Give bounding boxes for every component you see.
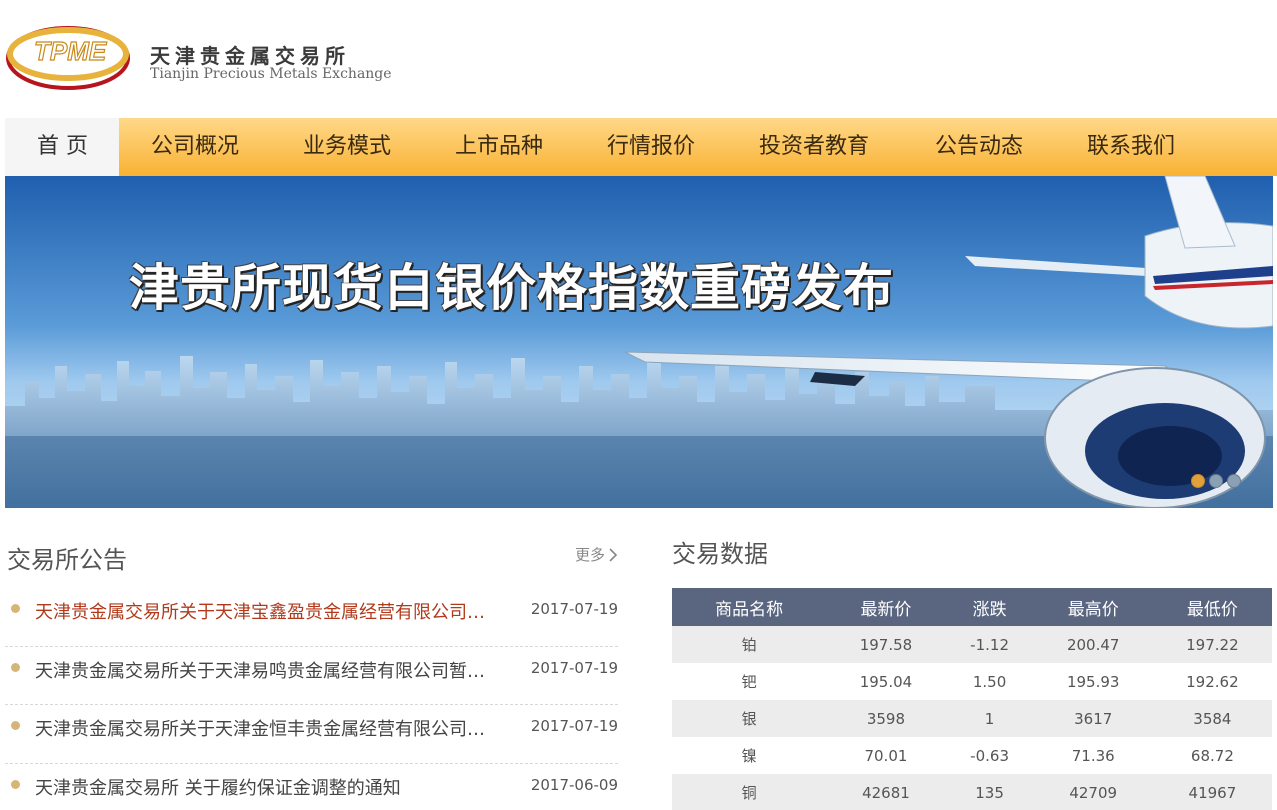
table-cell: 192.62 bbox=[1152, 663, 1272, 700]
brand-name-cn: 天津贵金属交易所 bbox=[150, 44, 350, 68]
table-cell: -1.12 bbox=[945, 626, 1034, 663]
banner-headline: 津贵所现货白银价格指数重磅发布 bbox=[129, 259, 894, 317]
announcement-item[interactable]: 天津贵金属交易所关于天津宝鑫盈贵金属经营有限公司暂.. 2017-07-19 bbox=[5, 588, 618, 647]
table-cell: 铂 bbox=[672, 626, 827, 663]
announcement-date: 2017-06-09 bbox=[530, 775, 618, 794]
table-cell: 197.58 bbox=[826, 626, 946, 663]
announcements-title: 交易所公告 bbox=[7, 546, 127, 574]
nav-item-contact[interactable]: 联系我们 bbox=[1055, 118, 1207, 176]
carousel-dot-2[interactable] bbox=[1209, 474, 1223, 488]
carousel-indicator bbox=[1191, 474, 1241, 488]
bullet-icon bbox=[11, 779, 20, 789]
table-cell: 41967 bbox=[1152, 774, 1272, 810]
bullet-icon bbox=[11, 604, 20, 613]
hero-banner[interactable]: 津贵所现货白银价格指数重磅发布 bbox=[5, 176, 1273, 508]
table-cell: 195.93 bbox=[1033, 663, 1153, 700]
table-cell: 42709 bbox=[1033, 774, 1153, 810]
site-header: TPME 天津贵金属交易所 Tianjin Precious Metals Ex… bbox=[0, 0, 1277, 118]
table-cell: 3598 bbox=[826, 700, 946, 737]
banner-cityscape-image bbox=[5, 176, 1273, 508]
carousel-dot-1[interactable] bbox=[1191, 474, 1205, 488]
announcement-link[interactable]: 天津贵金属交易所关于天津易鸣贵金属经营有限公司暂停.. bbox=[35, 657, 495, 683]
announcement-list: 天津贵金属交易所关于天津宝鑫盈贵金属经营有限公司暂.. 2017-07-19 天… bbox=[5, 588, 618, 810]
trading-data-panel: 交易数据 商品名称 最新价 涨跌 最高价 最低价 铂 197.58 -1.12 … bbox=[672, 508, 1272, 810]
column-header: 最高价 bbox=[1033, 588, 1153, 626]
column-header: 最新价 bbox=[826, 588, 946, 626]
more-label: 更多 bbox=[574, 546, 605, 564]
nav-item-business[interactable]: 业务模式 bbox=[271, 118, 423, 176]
table-cell: 钯 bbox=[672, 663, 827, 700]
table-cell: 1 bbox=[945, 700, 1034, 737]
table-cell: 200.47 bbox=[1033, 626, 1153, 663]
table-cell: 195.04 bbox=[826, 663, 946, 700]
table-cell: 3584 bbox=[1152, 700, 1272, 737]
table-row: 铜 42681 135 42709 41967 bbox=[672, 774, 1272, 810]
table-header-row: 商品名称 最新价 涨跌 最高价 最低价 bbox=[672, 588, 1272, 626]
table-cell: 铜 bbox=[672, 774, 827, 810]
table-cell: 70.01 bbox=[826, 737, 946, 774]
bullet-icon bbox=[11, 662, 20, 672]
table-cell: 42681 bbox=[826, 774, 946, 810]
table-cell: 71.36 bbox=[1033, 737, 1153, 774]
column-header: 商品名称 bbox=[672, 588, 827, 626]
table-cell: 1.50 bbox=[945, 663, 1034, 700]
table-cell: 银 bbox=[672, 700, 827, 737]
table-cell: 镍 bbox=[672, 737, 827, 774]
nav-item-company[interactable]: 公司概况 bbox=[119, 118, 271, 176]
table-cell: 197.22 bbox=[1152, 626, 1272, 663]
trading-data-table: 商品名称 最新价 涨跌 最高价 最低价 铂 197.58 -1.12 200.4… bbox=[672, 588, 1272, 810]
carousel-dot-3[interactable] bbox=[1227, 474, 1241, 488]
chevron-right-icon bbox=[609, 548, 618, 562]
trading-data-title: 交易数据 bbox=[672, 540, 768, 568]
announcement-item[interactable]: 天津贵金属交易所关于天津金恒丰贵金属经营有限公司暂.. 2017-07-19 bbox=[5, 705, 618, 764]
announcement-item[interactable]: 天津贵金属交易所 关于履约保证金调整的通知 2017-06-09 bbox=[5, 764, 618, 810]
tpme-logo[interactable]: TPME bbox=[6, 20, 136, 92]
table-row: 钯 195.04 1.50 195.93 192.62 bbox=[672, 663, 1272, 700]
nav-item-news[interactable]: 公告动态 bbox=[903, 118, 1055, 176]
nav-item-education[interactable]: 投资者教育 bbox=[727, 118, 903, 176]
bullet-icon bbox=[11, 721, 20, 730]
announcement-item[interactable]: 天津贵金属交易所关于天津易鸣贵金属经营有限公司暂停.. 2017-07-19 bbox=[5, 647, 618, 705]
announcement-link[interactable]: 天津贵金属交易所关于天津宝鑫盈贵金属经营有限公司暂.. bbox=[35, 598, 495, 624]
announcement-date: 2017-07-19 bbox=[530, 600, 618, 618]
column-header: 涨跌 bbox=[945, 588, 1034, 626]
announcements-panel: 交易所公告 更多 天津贵金属交易所关于天津宝鑫盈贵金属经营有限公司暂.. 201… bbox=[5, 508, 618, 810]
main-nav: 首 页 公司概况 业务模式 上市品种 行情报价 投资者教育 公告动态 联系我们 bbox=[5, 118, 1277, 176]
more-link[interactable]: 更多 bbox=[575, 544, 618, 565]
brand-name-en: Tianjin Precious Metals Exchange bbox=[150, 66, 392, 82]
svg-text:TPME: TPME bbox=[34, 36, 107, 66]
table-row: 银 3598 1 3617 3584 bbox=[672, 700, 1272, 737]
table-cell: 135 bbox=[945, 774, 1034, 810]
table-cell: 3617 bbox=[1033, 700, 1153, 737]
announcement-link[interactable]: 天津贵金属交易所关于天津金恒丰贵金属经营有限公司暂.. bbox=[35, 715, 495, 741]
column-header: 最低价 bbox=[1152, 588, 1272, 626]
nav-item-home[interactable]: 首 页 bbox=[5, 118, 119, 176]
table-row: 镍 70.01 -0.63 71.36 68.72 bbox=[672, 737, 1272, 774]
table-cell: -0.63 bbox=[945, 737, 1034, 774]
announcement-date: 2017-07-19 bbox=[530, 717, 618, 735]
nav-item-quotes[interactable]: 行情报价 bbox=[575, 118, 727, 176]
table-cell: 68.72 bbox=[1152, 737, 1272, 774]
announcement-date: 2017-07-19 bbox=[530, 658, 618, 677]
table-row: 铂 197.58 -1.12 200.47 197.22 bbox=[672, 626, 1272, 663]
nav-item-products[interactable]: 上市品种 bbox=[423, 118, 575, 176]
announcement-link[interactable]: 天津贵金属交易所 关于履约保证金调整的通知 bbox=[35, 774, 495, 800]
